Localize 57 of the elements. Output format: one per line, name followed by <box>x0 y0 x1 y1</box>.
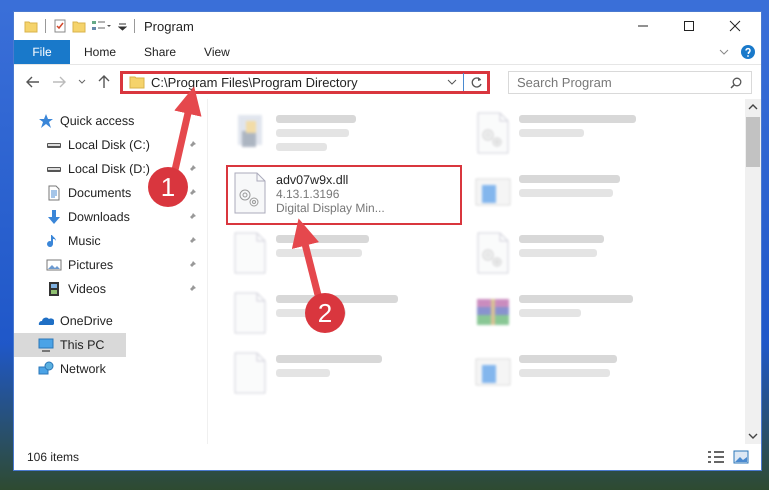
chevron-icon[interactable] <box>719 48 729 56</box>
blurred-text-bar <box>276 143 327 151</box>
search-icon <box>730 76 742 88</box>
ribbon-tab[interactable]: View <box>190 40 244 64</box>
view-list-icon[interactable] <box>91 19 113 33</box>
blurred-text-bar <box>519 309 581 317</box>
file-detail: Digital Display Min... <box>276 201 385 215</box>
monitor-icon <box>38 337 54 353</box>
address-path: C:\Program Files\Program Directory <box>151 74 359 90</box>
large-icons-view-icon[interactable] <box>733 450 749 464</box>
back-arrow-icon[interactable] <box>26 76 40 88</box>
film-icon <box>46 281 62 297</box>
pictures-icon <box>46 257 62 273</box>
ribbon-tab[interactable]: Home <box>70 40 130 64</box>
drive-icon <box>46 166 62 172</box>
star-icon <box>38 113 54 129</box>
nav-item[interactable]: Music <box>14 229 107 253</box>
blurred-text-bar <box>519 129 584 137</box>
scrollbar-thumb[interactable] <box>746 117 760 167</box>
window-title: Program <box>144 18 194 34</box>
nav-item[interactable]: Documents <box>14 181 138 205</box>
address-bar[interactable]: C:\Program Files\Program Directory <box>120 70 490 94</box>
file-detail: 4.13.1.3196 <box>276 187 340 201</box>
chevron-icon[interactable] <box>78 79 86 85</box>
step-marker: 1 <box>148 167 188 207</box>
close-icon[interactable] <box>729 20 741 32</box>
network-icon <box>38 361 54 377</box>
properties-icon[interactable] <box>53 19 67 33</box>
nav-item[interactable]: OneDrive <box>14 309 119 333</box>
step-marker: 2 <box>305 293 345 333</box>
download-icon <box>46 209 62 225</box>
scroll-down-icon[interactable] <box>748 432 758 440</box>
file-menu-tab[interactable]: File <box>14 40 70 64</box>
ribbon-tab[interactable]: Share <box>130 40 190 64</box>
details-view-icon[interactable] <box>707 450 725 464</box>
up-arrow-icon[interactable] <box>98 75 110 89</box>
nav-item[interactable]: Pictures <box>14 253 120 277</box>
blurred-text-bar <box>276 369 330 377</box>
folder-icon <box>129 75 145 89</box>
scroll-up-icon[interactable] <box>748 103 758 111</box>
scrollbar[interactable] <box>745 99 761 444</box>
nav-item[interactable]: Quick access <box>14 109 140 133</box>
nav-item[interactable]: Network <box>14 357 112 381</box>
item-count: 106 items <box>27 450 80 464</box>
file-name: adv07w9x.dll <box>276 173 350 187</box>
drive-icon <box>46 142 62 148</box>
nav-item[interactable]: This PC <box>14 333 126 357</box>
maximize-icon[interactable] <box>683 20 695 32</box>
nav-item[interactable]: Videos <box>14 277 112 301</box>
nav-item[interactable]: Local Disk (C:) <box>14 133 156 157</box>
chevron-icon[interactable] <box>447 78 457 86</box>
refresh-icon[interactable] <box>470 76 483 88</box>
help-icon[interactable] <box>741 45 755 59</box>
document-icon <box>46 185 62 201</box>
file-item[interactable]: adv07w9x.dll 4.13.1.3196 Digital Display Min... <box>226 165 462 225</box>
search-field[interactable]: Search Program <box>508 70 752 94</box>
nav-item[interactable]: Downloads <box>14 205 136 229</box>
